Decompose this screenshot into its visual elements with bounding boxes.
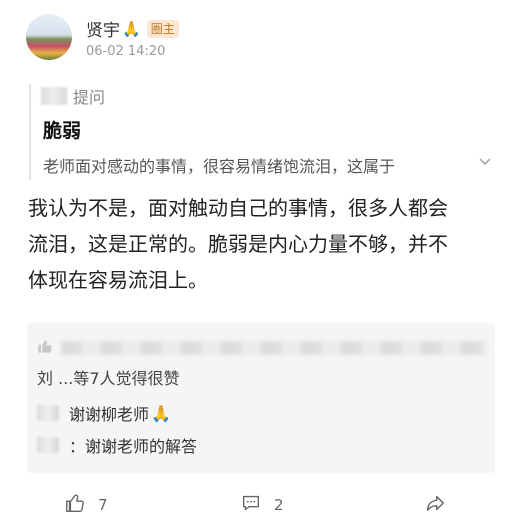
answer-line: 流泪，这是正常的。脆弱是内心力量不够，并不 [28, 232, 448, 256]
post-header: 贤宇 🙏 圈主 06-02 14:20 [26, 14, 506, 64]
likers-names-blurred [61, 341, 487, 355]
likers-row [37, 337, 487, 359]
comment-item[interactable]: ：谢谢老师的解答 [37, 433, 197, 457]
share-icon [424, 492, 458, 518]
pray-icon: 🙏 [122, 19, 141, 38]
share-button[interactable] [424, 492, 458, 518]
question-title: 脆弱 [43, 120, 82, 142]
action-bar: 7 2 [0, 484, 526, 524]
comment-count: 2 [274, 496, 284, 514]
pray-icon: 🙏 [151, 403, 171, 423]
avatar[interactable] [26, 14, 72, 60]
like-count: 7 [98, 496, 108, 514]
commenter-name-blurred [37, 437, 59, 453]
commenter-name-blurred [37, 405, 59, 421]
ask-label: 提问 [73, 88, 106, 107]
author-name[interactable]: 贤宇 [86, 16, 120, 41]
answer-line: 我认为不是，面对触动自己的事情，很多人都会 [28, 196, 448, 220]
owner-badge: 圈主 [146, 19, 179, 38]
comment-text: 谢谢柳老师 [69, 405, 150, 424]
post-time: 06-02 14:20 [86, 44, 166, 59]
chevron-down-icon[interactable] [479, 154, 491, 170]
answer-line: 体现在容易流泪上。 [28, 268, 208, 292]
thumbs-up-icon [37, 338, 53, 358]
comment-text: ：谢谢老师的解答 [69, 437, 198, 456]
asker-name-blurred [41, 87, 67, 105]
ask-label-row: 提问 [41, 84, 105, 108]
author-row: 贤宇 🙏 圈主 [86, 16, 179, 41]
comment-icon [240, 492, 274, 518]
like-button[interactable]: 7 [64, 492, 108, 518]
likers-summary[interactable]: 刘 ...等7人觉得很赞 [37, 365, 180, 389]
comment-button[interactable]: 2 [240, 492, 284, 518]
question-excerpt: 老师面对感动的事情，很容易情绪饱流泪，这属于 [43, 157, 396, 176]
quoted-question[interactable]: 提问 脆弱 老师面对感动的事情，很容易情绪饱流泪，这属于 [29, 84, 501, 180]
answer-text: 我认为不是，面对触动自己的事情，很多人都会 流泪，这是正常的。脆弱是内心力量不够… [28, 190, 500, 298]
thumbs-up-icon [64, 492, 98, 518]
likes-comments-box: 刘 ...等7人觉得很赞 谢谢柳老师 🙏 ：谢谢老师的解答 [27, 323, 495, 473]
comment-item[interactable]: 谢谢柳老师 🙏 [37, 401, 171, 425]
